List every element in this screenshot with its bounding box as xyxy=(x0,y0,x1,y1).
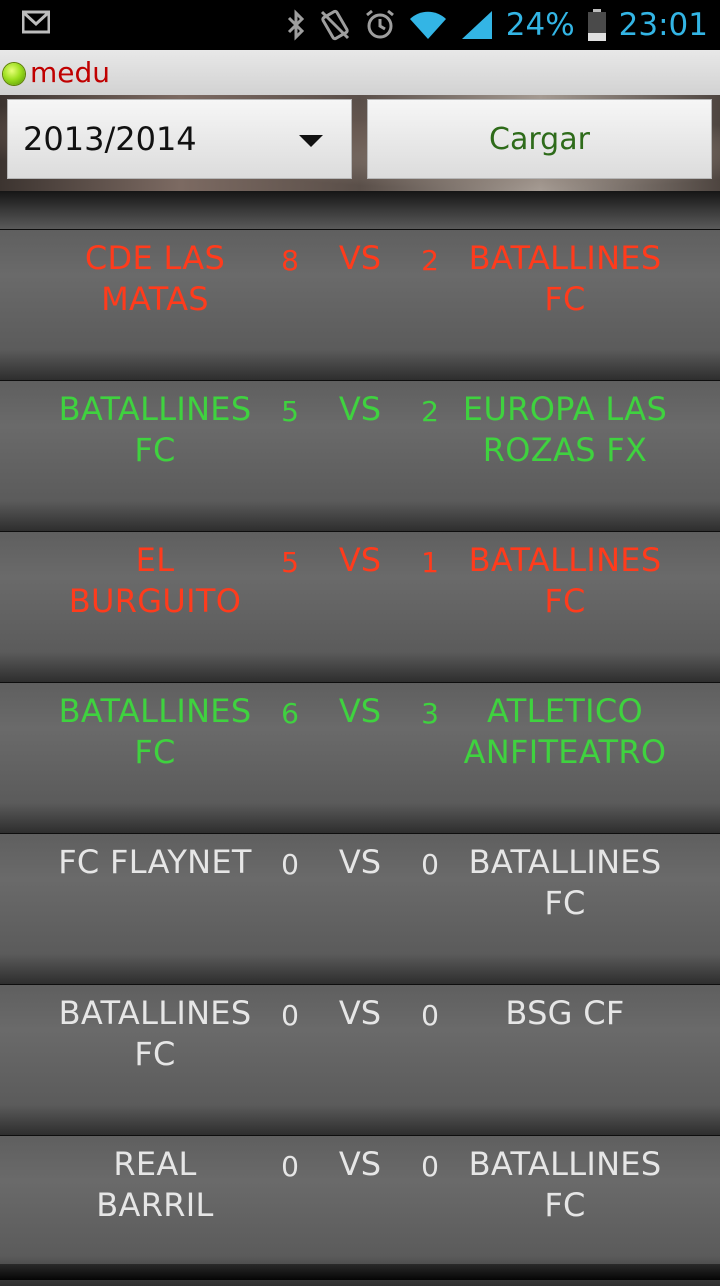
match-row[interactable]: CDE LAS MATAS 8 VS 2 BATALLINES FC xyxy=(0,229,720,380)
match-row[interactable]: BATALLINES FC 6 VS 3 ATLETICO ANFITEATRO xyxy=(0,682,720,833)
dropdown-arrow-icon xyxy=(299,135,323,147)
home-team: BATALLINES FC xyxy=(58,692,252,771)
home-team: CDE LAS MATAS xyxy=(84,239,226,318)
away-team: ATLETICO ANFITEATRO xyxy=(463,692,667,771)
vs-label: VS xyxy=(338,692,382,730)
header-controls: 2013/2014 Cargar xyxy=(0,95,720,191)
match-row[interactable]: FC FLAYNET 0 VS 0 BATALLINES FC xyxy=(0,833,720,984)
alarm-icon xyxy=(364,9,396,41)
bluetooth-icon xyxy=(286,9,306,41)
wifi-icon xyxy=(408,9,448,41)
load-button[interactable]: Cargar xyxy=(367,99,712,179)
clock: 23:01 xyxy=(618,7,708,43)
match-row[interactable]: EL BURGUITO 5 VS 1 BATALLINES FC xyxy=(0,531,720,682)
away-team: BATALLINES FC xyxy=(468,843,662,922)
battery-percent: 24% xyxy=(505,7,575,43)
bottom-edge xyxy=(0,1264,720,1280)
away-score: 0 xyxy=(421,1150,439,1183)
home-score: 5 xyxy=(281,546,299,579)
app-title: medu xyxy=(30,56,111,89)
home-score: 0 xyxy=(281,999,299,1032)
away-team: BATALLINES FC xyxy=(468,1145,662,1224)
away-score: 2 xyxy=(421,244,439,277)
battery-icon xyxy=(587,8,607,42)
load-button-label: Cargar xyxy=(489,121,590,157)
status-bar: 24% 23:01 xyxy=(0,0,720,50)
home-team: BATALLINES FC xyxy=(58,390,252,469)
home-score: 0 xyxy=(281,848,299,881)
home-score: 0 xyxy=(281,1150,299,1183)
match-row[interactable]: BATALLINES FC 0 VS 0 BSG CF xyxy=(0,984,720,1135)
match-list: CDE LAS MATAS 8 VS 2 BATALLINES FC BATAL… xyxy=(0,229,720,1286)
away-score: 2 xyxy=(421,395,439,428)
gmail-icon xyxy=(22,10,50,34)
away-team: EUROPA LAS ROZAS FX xyxy=(462,390,668,469)
app-title-bar: medu xyxy=(0,50,720,95)
away-team: BSG CF xyxy=(505,994,625,1032)
home-team: BATALLINES FC xyxy=(58,994,252,1073)
match-row[interactable]: BATALLINES FC 5 VS 2 EUROPA LAS ROZAS FX xyxy=(0,380,720,531)
vs-label: VS xyxy=(338,994,382,1032)
vs-label: VS xyxy=(338,1145,382,1183)
app-logo-icon xyxy=(3,63,25,85)
away-score: 1 xyxy=(421,546,439,579)
away-score: 0 xyxy=(421,999,439,1032)
home-score: 5 xyxy=(281,395,299,428)
signal-icon xyxy=(460,9,494,41)
season-select[interactable]: 2013/2014 xyxy=(7,99,352,179)
home-team: FC FLAYNET xyxy=(58,843,252,881)
away-team: BATALLINES FC xyxy=(468,239,662,318)
vs-label: VS xyxy=(338,239,382,277)
vs-label: VS xyxy=(338,390,382,428)
home-team: EL BURGUITO xyxy=(68,541,242,620)
home-score: 8 xyxy=(281,244,299,277)
home-team: REAL BARRIL xyxy=(96,1145,214,1224)
home-score: 6 xyxy=(281,697,299,730)
away-team: BATALLINES FC xyxy=(468,541,662,620)
list-header-spacer xyxy=(0,191,720,229)
vs-label: VS xyxy=(338,541,382,579)
vibrate-icon xyxy=(318,8,352,42)
season-select-value: 2013/2014 xyxy=(23,120,197,158)
away-score: 3 xyxy=(421,697,439,730)
vs-label: VS xyxy=(338,843,382,881)
away-score: 0 xyxy=(421,848,439,881)
